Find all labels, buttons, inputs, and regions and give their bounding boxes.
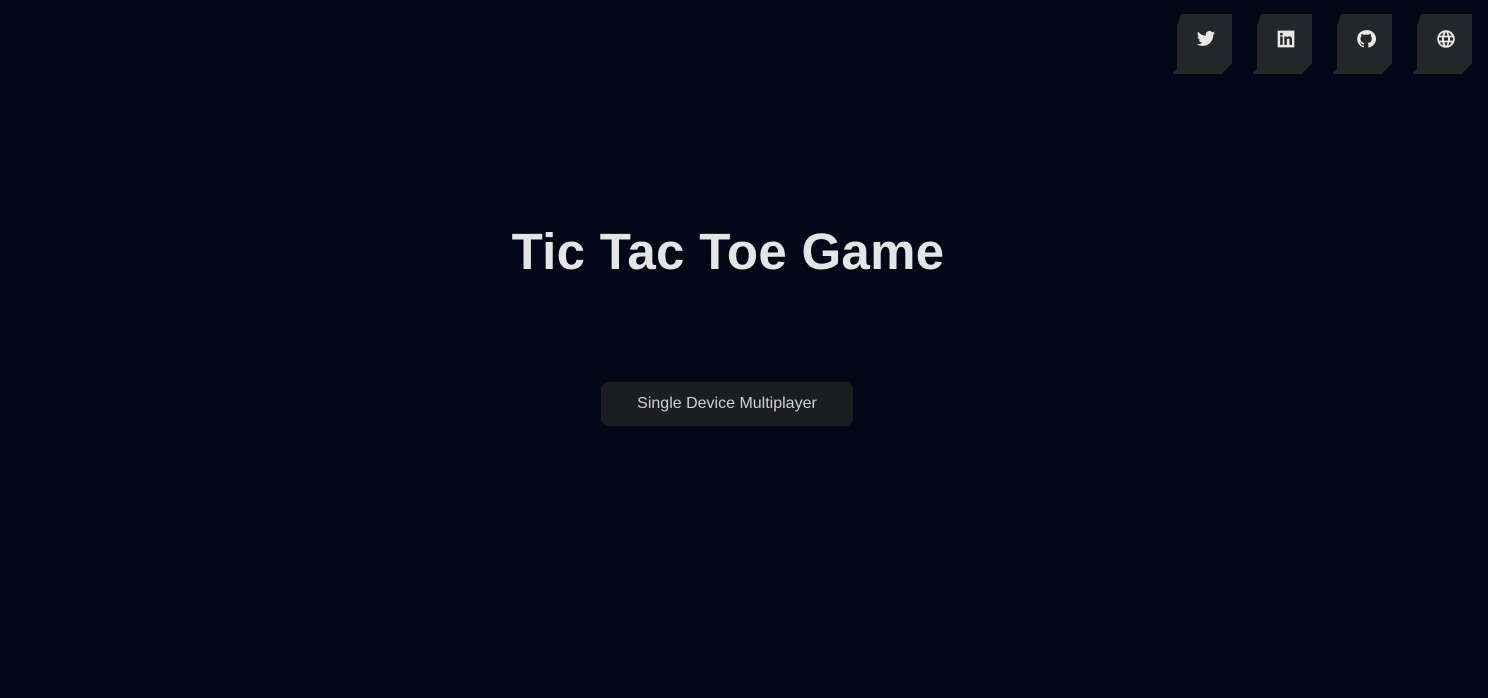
- single-device-multiplayer-button[interactable]: Single Device Multiplayer: [601, 382, 853, 426]
- globe-icon: [1435, 28, 1457, 50]
- linkedin-link[interactable]: [1253, 14, 1312, 74]
- linkedin-icon: [1275, 28, 1297, 50]
- page: Tic Tac Toe Game Single Device Multiplay…: [0, 0, 1488, 698]
- twitter-link[interactable]: [1173, 14, 1232, 74]
- page-title: Tic Tac Toe Game: [511, 223, 945, 280]
- github-icon: [1355, 28, 1377, 50]
- social-links-bar: [1173, 14, 1472, 74]
- twitter-icon: [1195, 28, 1217, 50]
- website-link[interactable]: [1413, 14, 1472, 74]
- github-link[interactable]: [1333, 14, 1392, 74]
